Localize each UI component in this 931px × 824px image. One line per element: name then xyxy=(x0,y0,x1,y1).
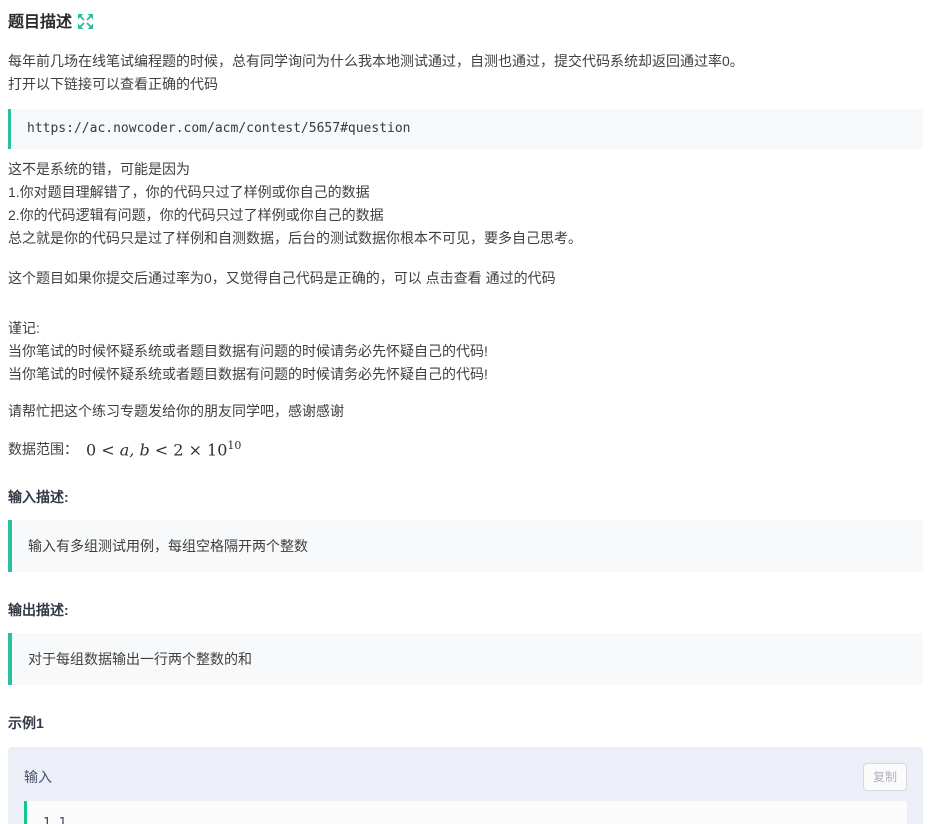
copy-button[interactable]: 复制 xyxy=(863,763,907,791)
output-description-block: 对于每组数据输出一行两个整数的和 xyxy=(8,633,923,685)
share-line: 请帮忙把这个练习专题发给你的朋友同学吧，感谢感谢 xyxy=(8,400,923,423)
example-input-code-block: 1 1 xyxy=(24,801,907,824)
example-panel: 输入 复制 1 1 xyxy=(8,747,923,824)
example-input-label: 输入 xyxy=(24,767,52,787)
example-heading: 示例1 xyxy=(8,713,923,733)
explanation-line: 1.你对题目理解错了，你的代码只过了样例或你自己的数据 xyxy=(8,181,923,204)
reminder-line: 当你笔试的时候怀疑系统或者题目数据有问题的时候请务必先怀疑自己的代码! xyxy=(8,340,923,363)
intro-line-2: 打开以下链接可以查看正确的代码 xyxy=(8,73,923,96)
formula-lhs: 0 < xyxy=(86,440,120,459)
reminder-title: 谨记: xyxy=(8,317,923,340)
explanation-paragraph: 这不是系统的错，可能是因为 1.你对题目理解错了，你的代码只过了样例或你自己的数… xyxy=(8,158,923,250)
formula-variables: a, b xyxy=(120,440,150,459)
input-description-text: 输入有多组测试用例，每组空格隔开两个整数 xyxy=(28,538,308,554)
hint-line: 这个题目如果你提交后通过率为0，又觉得自己代码是正确的，可以 点击查看 通过的代… xyxy=(8,267,923,290)
explanation-line: 总之就是你的代码只是过了样例和自测数据，后台的测试数据你根本不可见，要多自己思考… xyxy=(8,227,923,250)
reminder-line: 当你笔试的时候怀疑系统或者题目数据有问题的时候请务必先怀疑自己的代码! xyxy=(8,363,923,386)
input-description-block: 输入有多组测试用例，每组空格隔开两个整数 xyxy=(8,520,923,572)
example-input-header: 输入 复制 xyxy=(24,761,907,792)
data-range-label: 数据范围： xyxy=(8,439,78,459)
contest-url-text: https://ac.nowcoder.com/acm/contest/5657… xyxy=(27,121,411,136)
intro-paragraph: 每年前几场在线笔试编程题的时候，总有同学询问为什么我本地测试通过，自测也通过，提… xyxy=(8,50,923,96)
share-paragraph: 请帮忙把这个练习专题发给你的朋友同学吧，感谢感谢 xyxy=(8,400,923,423)
intro-line-1: 每年前几场在线笔试编程题的时候，总有同学询问为什么我本地测试通过，自测也通过，提… xyxy=(8,50,923,73)
output-description-text: 对于每组数据输出一行两个整数的和 xyxy=(28,651,252,667)
page-title: 题目描述 xyxy=(8,8,72,32)
expand-arrows-icon[interactable] xyxy=(78,14,93,29)
hint-paragraph: 这个题目如果你提交后通过率为0，又觉得自己代码是正确的，可以 点击查看 通过的代… xyxy=(8,267,923,290)
formula-exponent: 10 xyxy=(227,439,241,452)
reminder-paragraph: 谨记: 当你笔试的时候怀疑系统或者题目数据有问题的时候请务必先怀疑自己的代码! … xyxy=(8,317,923,386)
data-range-formula: 0 < a, b < 2 × 1010 xyxy=(86,439,241,459)
explanation-line: 这不是系统的错，可能是因为 xyxy=(8,158,923,181)
problem-description-page: 题目描述 每年前几场在线笔试编程题的时候，总有同学询问为什么我本地测试通过，自测… xyxy=(0,0,931,824)
page-title-row: 题目描述 xyxy=(8,8,923,32)
input-description-heading: 输入描述: xyxy=(8,487,923,507)
contest-url-code-block: https://ac.nowcoder.com/acm/contest/5657… xyxy=(8,109,923,149)
data-range-row: 数据范围： 0 < a, b < 2 × 1010 xyxy=(8,439,923,459)
formula-mid: < 2 × 10 xyxy=(150,440,228,459)
example-input-value: 1 1 xyxy=(43,816,66,824)
output-description-heading: 输出描述: xyxy=(8,600,923,620)
explanation-line: 2.你的代码逻辑有问题，你的代码只过了样例或你自己的数据 xyxy=(8,204,923,227)
